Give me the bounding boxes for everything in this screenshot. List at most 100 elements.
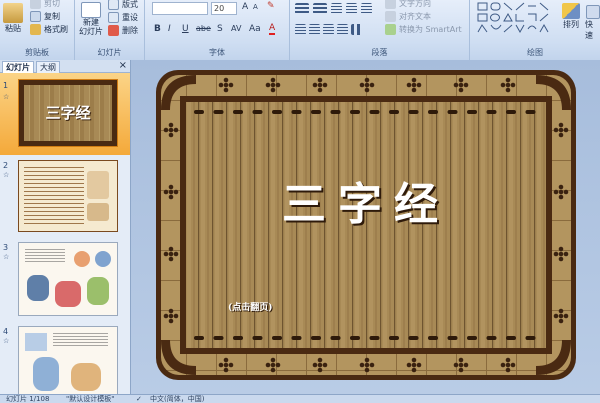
char-spacing-button[interactable]: AV — [231, 24, 241, 33]
slides-group-label: 幻灯片 — [97, 48, 122, 57]
reset-icon — [108, 12, 119, 23]
frame-stitch — [311, 110, 321, 114]
line-spacing-icon[interactable] — [361, 3, 372, 14]
slide-thumb-1[interactable]: 三字经 — [18, 79, 118, 147]
font-group: 20 A A ✎ B I U abe S AV Aa A 字体 — [145, 0, 290, 60]
italic-button[interactable]: I — [168, 24, 171, 34]
frame-stitch — [447, 110, 458, 114]
font-name-field[interactable] — [152, 2, 208, 15]
columns-icon[interactable] — [351, 24, 362, 35]
tab-slides[interactable]: 幻灯片 — [2, 61, 34, 73]
bold-button[interactable]: B — [154, 24, 161, 34]
cut-button[interactable]: 剪切 — [30, 0, 60, 9]
slides-group: 新建 幻灯片 版式 重设 删除 幻灯片 — [75, 0, 145, 60]
paragraph-group: 文字方向 对齐文本 转换为 SmartArt 段落 — [290, 0, 470, 60]
frame-stitch — [252, 336, 263, 340]
slide-transition-icon: ☆ — [3, 337, 10, 345]
text-direction-icon — [385, 0, 396, 9]
align-left-icon[interactable] — [295, 24, 306, 35]
clipboard-group: 粘贴 剪切 复制 格式刷 剪贴板 — [0, 0, 75, 60]
shadow-button[interactable]: S — [217, 24, 223, 34]
quick-styles-button[interactable]: 快速 — [585, 5, 600, 41]
bullets-icon[interactable] — [295, 3, 309, 14]
slide-thumb-3[interactable] — [18, 242, 118, 316]
tab-outline[interactable]: 大纲 — [36, 61, 60, 73]
frame-stitch — [486, 110, 497, 114]
frame-stitch — [369, 110, 380, 114]
underline-button[interactable]: U — [182, 24, 189, 34]
frame-stitch — [447, 336, 458, 340]
arrange-label: 排列 — [563, 20, 579, 29]
delete-slide-button[interactable]: 删除 — [108, 25, 138, 36]
close-panel-icon[interactable]: × — [119, 60, 127, 71]
text-direction-button[interactable]: 文字方向 — [385, 0, 431, 9]
format-painter-button[interactable]: 格式刷 — [30, 24, 68, 35]
brush-icon — [30, 24, 41, 35]
frame-stitch — [486, 336, 497, 340]
slide-number: 2 — [3, 161, 9, 170]
frame-stitch — [194, 336, 204, 340]
decrease-indent-icon[interactable] — [331, 3, 342, 14]
arrange-icon — [562, 3, 580, 19]
frame-stitch — [408, 336, 419, 340]
copy-button[interactable]: 复制 — [30, 11, 60, 22]
align-buttons — [295, 24, 362, 35]
layout-button[interactable]: 版式 — [108, 0, 138, 10]
frame-stitch — [272, 336, 282, 340]
align-text-button[interactable]: 对齐文本 — [385, 11, 431, 22]
shrink-font-icon[interactable]: A — [253, 3, 258, 11]
frame-stitch — [233, 336, 243, 340]
slide-thumb-4[interactable] — [18, 326, 118, 394]
shapes-gallery[interactable] — [476, 1, 556, 35]
strikethrough-button[interactable]: abe — [196, 24, 211, 33]
align-center-icon[interactable] — [309, 24, 320, 35]
numbering-icon[interactable] — [313, 3, 327, 14]
new-slide-label: 新建 幻灯片 — [79, 18, 103, 36]
font-size-field[interactable]: 20 — [211, 2, 237, 15]
arrange-button[interactable]: 排列 — [562, 3, 580, 30]
slide-thumb-title: 三字经 — [45, 104, 91, 122]
smartart-button[interactable]: 转换为 SmartArt — [385, 24, 462, 35]
panel-tabs: 幻灯片 大纲 × — [0, 60, 130, 73]
slide-thumb-row-3[interactable]: 3 ☆ — [0, 239, 130, 321]
delete-icon — [108, 25, 119, 36]
font-group-label: 字体 — [209, 48, 225, 57]
align-right-icon[interactable] — [323, 24, 334, 35]
font-color-button[interactable]: A — [269, 24, 276, 35]
slide-canvas[interactable]: 三字经 (点击翻页) — [156, 70, 576, 380]
slide-title[interactable]: 三字经 — [156, 168, 576, 232]
justify-icon[interactable] — [337, 24, 348, 35]
slide-thumb-row-4[interactable]: 4 ☆ — [0, 323, 130, 394]
increase-indent-icon[interactable] — [346, 3, 357, 14]
frame-stitch — [506, 110, 516, 114]
change-case-button[interactable]: Aa — [249, 24, 261, 34]
slide-caption[interactable]: (点击翻页) — [228, 300, 273, 313]
frame-stitch — [252, 110, 263, 114]
frame-stitch — [428, 110, 438, 114]
frame-stitch — [194, 110, 204, 114]
paste-button[interactable]: 粘贴 — [3, 3, 23, 34]
slide-transition-icon: ☆ — [3, 253, 10, 261]
paragraph-group-label: 段落 — [371, 48, 388, 57]
grow-font-icon[interactable]: A — [242, 2, 248, 12]
frame-stitch — [350, 336, 360, 340]
frame-stitch — [369, 336, 380, 340]
new-slide-button[interactable]: 新建 幻灯片 — [79, 2, 103, 36]
ribbon: 粘贴 剪切 复制 格式刷 剪贴板 新建 幻灯片 版式 重设 删除 幻灯片 20 — [0, 0, 600, 61]
frame-stitch — [330, 336, 341, 340]
frame-stitch — [233, 110, 243, 114]
slide-editing-area[interactable]: 三字经 (点击翻页) — [131, 60, 600, 394]
slide-thumb-2[interactable] — [18, 160, 118, 232]
new-slide-icon — [81, 2, 101, 18]
slide-transition-icon: ☆ — [3, 93, 10, 101]
quick-styles-icon — [585, 5, 600, 19]
slide-thumb-row-1[interactable]: 1 ☆ 三字经 — [0, 73, 130, 155]
frame-stitch — [213, 336, 224, 340]
paste-icon — [3, 3, 23, 23]
clear-format-icon[interactable]: ✎ — [267, 1, 275, 11]
slide-panel: 幻灯片 大纲 × 1 ☆ 三字经 2 ☆ 3 ☆ 4 ☆ — [0, 60, 131, 394]
reset-button[interactable]: 重设 — [108, 12, 138, 23]
smartart-icon — [385, 24, 396, 35]
slide-thumb-row-2[interactable]: 2 ☆ — [0, 157, 130, 237]
frame-stitch — [311, 336, 321, 340]
